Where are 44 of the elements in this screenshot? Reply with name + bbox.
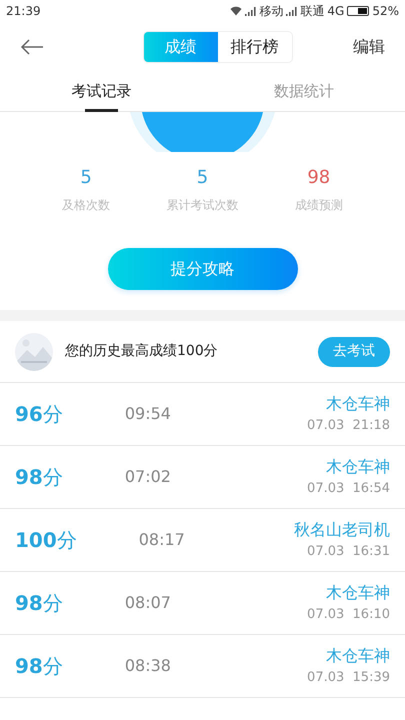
- record-date: 07.03 15:39: [307, 669, 390, 688]
- user-name: 木仓车神: [326, 645, 390, 668]
- stat-value: 5: [196, 166, 208, 190]
- score: 96分: [15, 401, 63, 428]
- user-name: 木仓车神: [326, 456, 390, 478]
- score: 100分: [15, 527, 77, 554]
- record-date: 07.03 16:54: [307, 480, 390, 498]
- score: 98分: [15, 653, 63, 680]
- record-date: 07.03 16:31: [307, 543, 390, 562]
- tab[interactable]: 考试记录: [0, 72, 202, 111]
- user-name: 木仓车神: [326, 393, 390, 416]
- take-exam-button[interactable]: 去考试: [318, 336, 390, 366]
- status-time: 21:39: [6, 3, 41, 20]
- back-arrow-icon[interactable]: [20, 39, 44, 55]
- stat-label: 成绩预测: [294, 197, 343, 214]
- tab-underline: [84, 109, 118, 112]
- duration: 07:02: [124, 466, 172, 488]
- carrier-name: 移动: [259, 3, 284, 20]
- duration: 08:38: [124, 655, 172, 677]
- stat-label: 及格次数: [62, 197, 110, 214]
- edit-button[interactable]: 编辑: [353, 35, 385, 59]
- score: 98分: [15, 464, 63, 491]
- user-name: 秋名山老司机: [294, 519, 390, 542]
- stat-value: 98: [307, 166, 330, 190]
- best-score-text: 您的历史最高成绩100分: [65, 342, 219, 361]
- signal-icon: [286, 6, 298, 16]
- record-date: 07.03 16:10: [307, 606, 390, 624]
- duration: 08:17: [138, 529, 186, 551]
- battery-icon: [347, 6, 370, 16]
- duration: 09:54: [124, 403, 172, 425]
- record-date: 07.03 21:18: [307, 417, 390, 436]
- tips-button[interactable]: 提分攻略: [108, 248, 298, 290]
- carrier-name: 联通: [300, 3, 324, 20]
- tab[interactable]: 数据统计: [202, 72, 405, 111]
- battery-percent: 52%: [372, 3, 399, 20]
- signal-icon: [245, 6, 256, 16]
- user-name: 木仓车神: [326, 582, 390, 604]
- segment-tab[interactable]: 成绩: [144, 32, 218, 62]
- wifi-icon: [230, 6, 242, 16]
- network-type: 4G: [327, 3, 344, 20]
- score: 98分: [15, 590, 63, 617]
- stat-label: 累计考试次数: [166, 197, 238, 214]
- stat-value: 5: [80, 166, 92, 190]
- duration: 08:07: [124, 592, 172, 614]
